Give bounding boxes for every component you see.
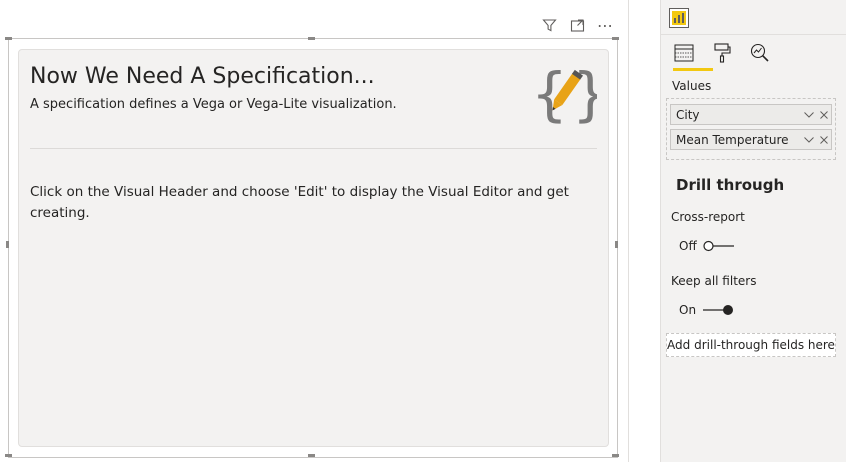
visual-card: Now We Need A Specification... A specifi… bbox=[18, 49, 609, 447]
more-options-icon[interactable]: ⋯ bbox=[596, 16, 614, 35]
field-pill-mean-temperature[interactable]: Mean Temperature bbox=[670, 129, 832, 150]
toggle-on-icon bbox=[703, 305, 734, 315]
values-well[interactable]: City Mean Temperature bbox=[666, 98, 836, 160]
visual-subtitle: A specification defines a Vega or Vega-L… bbox=[30, 97, 397, 112]
analytics-icon[interactable] bbox=[749, 42, 771, 64]
cross-report-label: Cross-report bbox=[671, 210, 745, 224]
visual-instructions: Click on the Visual Header and choose 'E… bbox=[30, 184, 569, 221]
pane-tabs bbox=[673, 42, 771, 64]
pane-separator bbox=[661, 34, 846, 35]
drill-through-drop-zone[interactable]: Add drill-through fields here bbox=[666, 333, 836, 357]
visualizations-pane: Values City Mean Temperature Drill throu… bbox=[660, 0, 846, 462]
close-icon[interactable] bbox=[816, 105, 831, 124]
toggle-off-icon bbox=[703, 240, 734, 252]
format-paint-icon[interactable] bbox=[711, 42, 733, 64]
keep-all-filters-label: Keep all filters bbox=[671, 274, 757, 288]
visual-title: Now We Need A Specification... bbox=[30, 64, 375, 89]
toggle-state-label: On bbox=[679, 303, 697, 317]
specification-logo-icon: { } bbox=[531, 60, 609, 128]
deneb-visual-icon[interactable] bbox=[669, 8, 689, 28]
filter-icon[interactable] bbox=[540, 16, 558, 34]
chevron-down-icon[interactable] bbox=[801, 130, 816, 149]
active-tab-indicator bbox=[673, 68, 713, 71]
canvas-margin bbox=[629, 0, 660, 462]
close-icon[interactable] bbox=[816, 130, 831, 149]
keep-all-filters-toggle[interactable]: On bbox=[679, 303, 734, 317]
field-name: Mean Temperature bbox=[676, 132, 789, 147]
resize-handle[interactable] bbox=[308, 454, 315, 457]
resize-handle[interactable] bbox=[615, 241, 618, 248]
divider bbox=[30, 148, 597, 149]
visual-header: ⋯ bbox=[540, 16, 614, 35]
resize-handle[interactable] bbox=[612, 37, 619, 40]
field-name: City bbox=[676, 107, 700, 122]
values-well-label: Values bbox=[672, 79, 712, 93]
resize-handle[interactable] bbox=[612, 454, 619, 457]
focus-mode-icon[interactable] bbox=[568, 16, 586, 34]
field-pill-city[interactable]: City bbox=[670, 104, 832, 125]
fields-icon[interactable] bbox=[673, 42, 695, 64]
resize-handle[interactable] bbox=[5, 454, 12, 457]
chevron-down-icon[interactable] bbox=[801, 105, 816, 124]
cross-report-toggle[interactable]: Off bbox=[679, 239, 735, 253]
resize-handle[interactable] bbox=[6, 241, 9, 248]
report-canvas: ⋯ Now We Need A Specification... A speci… bbox=[0, 0, 628, 462]
drill-through-heading: Drill through bbox=[676, 176, 785, 194]
resize-handle[interactable] bbox=[5, 37, 12, 40]
toggle-state-label: Off bbox=[679, 239, 697, 253]
resize-handle[interactable] bbox=[308, 37, 315, 40]
